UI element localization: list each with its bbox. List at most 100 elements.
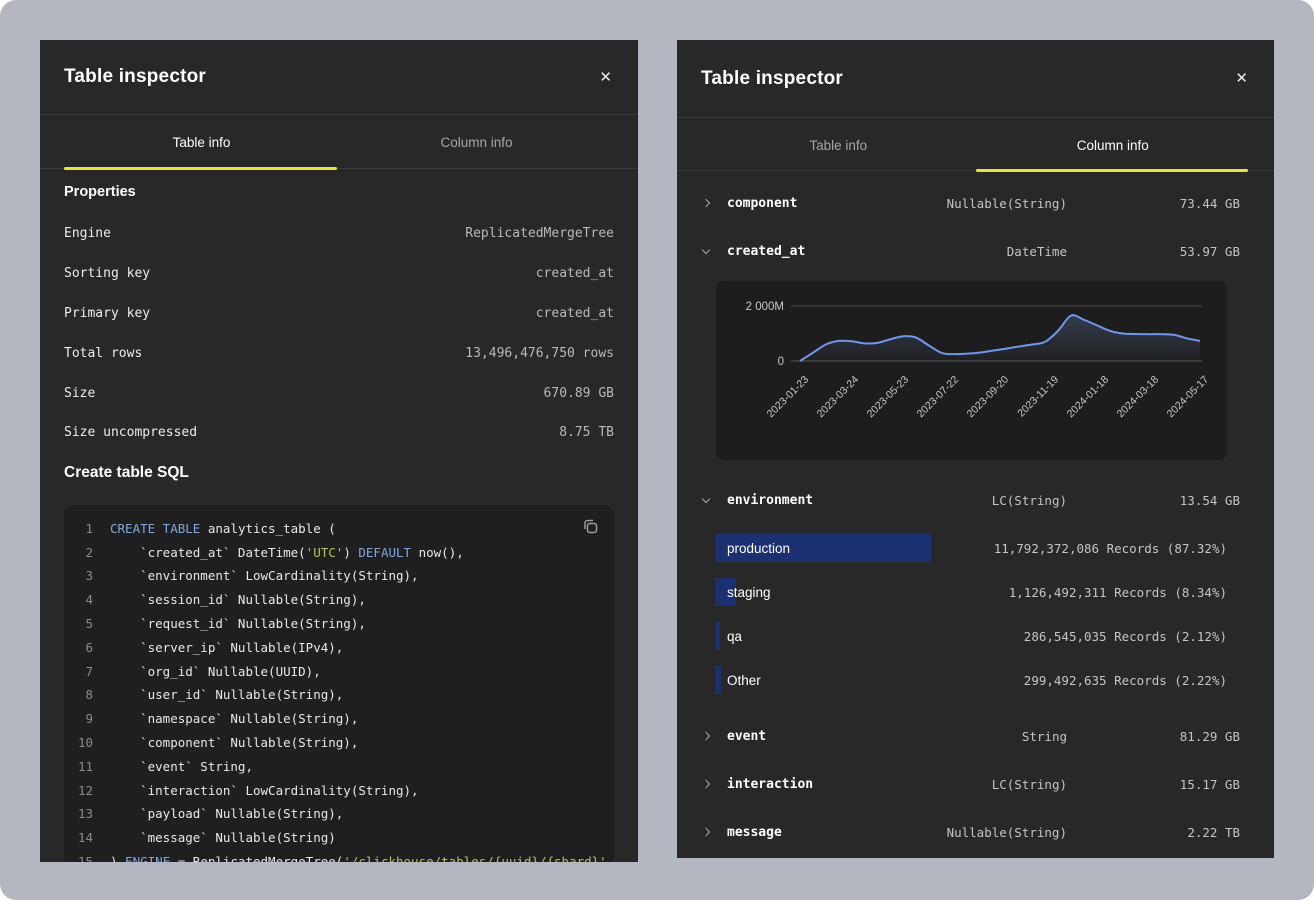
sql-code: `interaction` LowCardinality(String), (110, 779, 419, 803)
line-number: 5 (64, 612, 110, 636)
column-row-message[interactable]: messageNullable(String)2.22 TB (701, 808, 1250, 856)
line-number: 7 (64, 660, 110, 684)
tab-column-info[interactable]: Column info (976, 118, 1251, 170)
column-row-event[interactable]: eventString81.29 GB (701, 712, 1250, 760)
column-row-environment[interactable]: environmentLC(String)13.54 GB (701, 476, 1250, 524)
svg-text:0: 0 (778, 356, 784, 368)
sql-line: 4 `session_id` Nullable(String), (64, 588, 614, 612)
property-value: created_at (536, 306, 614, 321)
sql-line: 15) ENGINE = ReplicatedMergeTree('/click… (64, 850, 614, 862)
line-number: 8 (64, 683, 110, 707)
sql-line: 9 `namespace` Nullable(String), (64, 707, 614, 731)
column-type: LC(String) (897, 493, 1067, 508)
column-row-component[interactable]: componentNullable(String)73.44 GB (701, 179, 1250, 227)
env-value-label: Other (727, 673, 761, 688)
close-icon[interactable]: ✕ (597, 66, 614, 89)
env-value-label: qa (727, 629, 742, 644)
line-number: 11 (64, 755, 110, 779)
line-number: 9 (64, 707, 110, 731)
created-at-histogram: 2 000M02023-01-232023-03-242023-05-23202… (716, 281, 1227, 460)
table-info-content: Properties EngineReplicatedMergeTreeSort… (40, 181, 638, 862)
property-value: ReplicatedMergeTree (465, 226, 614, 241)
sql-code: `component` Nullable(String), (110, 731, 358, 755)
dialog-header: Table inspector ✕ (40, 40, 638, 115)
env-value-label: production (727, 541, 790, 556)
property-row: Size uncompressed8.75 TB (64, 413, 614, 453)
sql-line: 5 `request_id` Nullable(String), (64, 612, 614, 636)
sql-line: 8 `user_id` Nullable(String), (64, 683, 614, 707)
line-number: 10 (64, 731, 110, 755)
property-label: Primary key (64, 306, 150, 321)
property-row: Engine ReplicatedMergeTree (64, 214, 614, 254)
chevron-right-icon (701, 781, 727, 787)
svg-text:2023-03-24: 2023-03-24 (815, 374, 862, 421)
copy-icon[interactable] (580, 516, 601, 540)
column-name: message (727, 825, 897, 840)
property-value: 13,496,476,750 rows (465, 346, 614, 361)
property-label: Total rows (64, 346, 142, 361)
tab-table-info[interactable]: Table info (64, 115, 339, 168)
sql-code: `created_at` DateTime('UTC') DEFAULT now… (110, 541, 464, 565)
sql-code: `request_id` Nullable(String), (110, 612, 366, 636)
line-number: 13 (64, 802, 110, 826)
column-row-interaction[interactable]: interactionLC(String)15.17 GB (701, 760, 1250, 808)
env-value-row: staging 1,126,492,311 Records (8.34%) (701, 570, 1250, 614)
column-size: 53.97 GB (1067, 244, 1250, 259)
dialog-title: Table inspector (701, 68, 843, 90)
property-label: Sorting key (64, 266, 150, 281)
property-row: Total rows 13,496,476,750 rows (64, 333, 614, 373)
created-at-chart-svg: 2 000M02023-01-232023-03-242023-05-23202… (716, 281, 1227, 460)
env-value-records: 11,792,372,086 Records (87.32%) (994, 541, 1250, 556)
tab-label: Column info (440, 135, 512, 150)
line-number: 6 (64, 636, 110, 660)
line-number: 12 (64, 779, 110, 803)
column-row-created_at[interactable]: created_atDateTime53.97 GB (701, 227, 1250, 275)
column-name: environment (727, 493, 897, 508)
column-type: Nullable(String) (897, 825, 1067, 840)
tab-bar: Table info Column info (677, 118, 1274, 171)
env-value-label: staging (727, 585, 771, 600)
tab-table-info[interactable]: Table info (701, 118, 976, 170)
env-value-records: 286,545,035 Records (2.12%) (1024, 629, 1250, 644)
env-value-records: 1,126,492,311 Records (8.34%) (1009, 585, 1250, 600)
column-name: interaction (727, 777, 897, 792)
env-value-row: qa 286,545,035 Records (2.12%) (701, 614, 1250, 658)
tab-label: Table info (809, 138, 867, 153)
column-size: 13.54 GB (1067, 493, 1250, 508)
column-size: 73.44 GB (1067, 196, 1250, 211)
property-value: 670.89 GB (544, 386, 614, 401)
sql-code: `namespace` Nullable(String), (110, 707, 358, 731)
column-name: component (727, 196, 897, 211)
dialog-header: Table inspector ✕ (677, 40, 1274, 118)
tab-column-info[interactable]: Column info (339, 115, 614, 168)
chevron-right-icon (701, 829, 727, 835)
tab-bar: Table info Column info (40, 115, 638, 169)
sql-line: 6 `server_ip` Nullable(IPv4), (64, 636, 614, 660)
svg-text:2023-01-23: 2023-01-23 (765, 374, 812, 421)
property-row: Size670.89 GB (64, 373, 614, 413)
sql-code: `message` Nullable(String) (110, 826, 336, 850)
sql-code: `payload` Nullable(String), (110, 802, 343, 826)
env-value-bar (715, 666, 721, 694)
line-number: 2 (64, 541, 110, 565)
svg-text:2023-11-19: 2023-11-19 (1015, 374, 1061, 420)
sql-line: 7 `org_id` Nullable(UUID), (64, 660, 614, 684)
sql-line: 1CREATE TABLE analytics_table ( (64, 517, 614, 541)
property-label: Engine (64, 226, 111, 241)
property-value: created_at (536, 266, 614, 281)
sql-code: `event` String, (110, 755, 253, 779)
env-value-row: Other299,492,635 Records (2.22%) (701, 658, 1250, 702)
chevron-down-icon (701, 499, 727, 502)
svg-text:2024-05-17: 2024-05-17 (1165, 374, 1212, 421)
dialog-title: Table inspector (64, 66, 206, 88)
chevron-right-icon (701, 200, 727, 206)
environment-top-values: production 11,792,372,086 Records (87.32%… (701, 526, 1250, 702)
properties-list: Engine ReplicatedMergeTree Sorting key crea… (64, 214, 614, 453)
svg-text:2023-07-22: 2023-07-22 (915, 374, 962, 421)
close-icon[interactable]: ✕ (1233, 67, 1250, 90)
property-label: Size uncompressed (64, 425, 197, 440)
tab-label: Column info (1077, 138, 1149, 153)
tab-label: Table info (173, 135, 231, 150)
column-name: event (727, 729, 897, 744)
column-list: componentNullable(String)73.44 GBcreated… (677, 171, 1274, 856)
